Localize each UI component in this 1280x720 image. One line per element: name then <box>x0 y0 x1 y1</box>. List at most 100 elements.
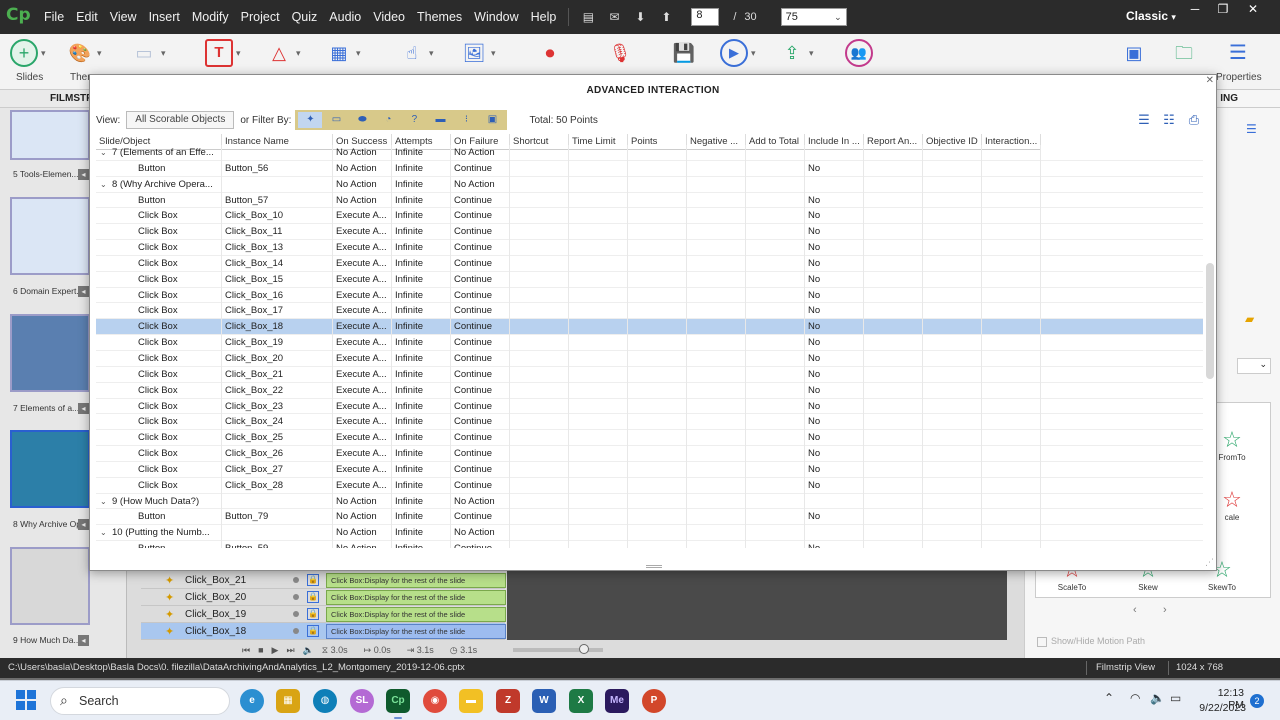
wifi-icon[interactable]: ◠ <box>1130 691 1140 705</box>
lock-icon[interactable]: 🔒 <box>307 591 319 603</box>
properties-button[interactable]: ☰ <box>1224 38 1252 68</box>
audio-button[interactable]: 🎙 <box>606 38 634 68</box>
timeline-row[interactable]: ✦ Click_Box_19 🔒 Click Box:Display for t… <box>141 606 506 623</box>
timeline-row[interactable]: ✦ Click_Box_20 🔒 Click Box:Display for t… <box>141 589 506 606</box>
print-icon[interactable]: ⎙ <box>1184 112 1204 128</box>
chevron-down-icon[interactable]: ⌄ <box>100 177 112 193</box>
table-row[interactable]: Click Box Click_Box_28 Execute A... Infinit… <box>96 477 1203 494</box>
table-row[interactable]: Click Box Click_Box_22 Execute A... Infinit… <box>96 382 1203 399</box>
resize-handle[interactable] <box>646 565 662 568</box>
clock-date[interactable]: 9/22/2023 <box>1196 702 1246 714</box>
table-row[interactable]: Button Button_56 No Action Infinite Continue… <box>96 160 1203 177</box>
preview-icon[interactable]: ▤ <box>580 9 596 25</box>
timeline-bar[interactable]: Click Box:Display for the rest of the sl… <box>326 623 506 639</box>
word-icon[interactable]: W <box>532 689 556 713</box>
themes-button[interactable]: 🎨 ▾ <box>66 38 102 68</box>
publish-button[interactable]: ⇪ ▾ <box>778 38 813 68</box>
assets-button[interactable]: 🗀 <box>1170 38 1198 68</box>
objects-button[interactable]: ▦ ▾ <box>325 38 360 68</box>
save-button[interactable]: 💾 <box>670 38 698 68</box>
menu-window[interactable]: Window <box>468 0 524 34</box>
notification-badge[interactable]: 2 <box>1250 694 1264 708</box>
maximize-button[interactable]: ❐ <box>1208 0 1238 20</box>
table-row[interactable]: Click Box Click_Box_26 Execute A... Infinit… <box>96 446 1203 462</box>
volume-icon[interactable]: 🔈 <box>303 645 314 656</box>
menu-edit[interactable]: Edit <box>70 0 104 34</box>
close-button[interactable]: ✕ <box>1238 0 1268 20</box>
interactions-button[interactable]: ☝ ▾ <box>398 38 434 68</box>
collapse-all-icon[interactable]: ☰ <box>1134 112 1154 128</box>
minimize-button[interactable]: ─ <box>1180 0 1210 20</box>
visibility-dot[interactable] <box>293 628 299 634</box>
filter-all-icon[interactable]: ✦ <box>298 112 323 128</box>
powerpoint-icon[interactable]: P <box>642 689 666 713</box>
mail-icon[interactable]: ✉ <box>606 9 622 25</box>
menu-file[interactable]: File <box>38 0 70 34</box>
table-row[interactable]: Click Box Click_Box_25 Execute A... Infinit… <box>96 430 1203 447</box>
timeline-zoom-slider[interactable] <box>513 644 604 654</box>
table-row[interactable]: Click Box Click_Box_18 Execute A... Infinit… <box>96 319 1203 336</box>
current-slide-input[interactable]: 8 <box>691 8 720 26</box>
table-row[interactable]: Click Box Click_Box_21 Execute A... Infinit… <box>96 366 1203 383</box>
menu-project[interactable]: Project <box>235 0 286 34</box>
lock-icon[interactable]: 🔒 <box>307 625 319 637</box>
file-explorer-icon[interactable]: ▬ <box>459 689 483 713</box>
chevron-up-icon[interactable]: ⌃ <box>1104 691 1114 705</box>
visibility-dot[interactable] <box>293 577 299 583</box>
table-row[interactable]: Button Button_79 No Action Infinite Continue… <box>96 509 1203 526</box>
checkbox[interactable] <box>1037 636 1047 647</box>
menu-help[interactable]: Help <box>525 0 563 34</box>
list-icon[interactable]: ☰ <box>1246 122 1257 136</box>
chevron-left-icon[interactable]: ‹ <box>1133 604 1137 616</box>
slide-group-row[interactable]: ⌄ 7 (Elements of an Effe... No Action Infin… <box>96 145 1203 161</box>
visibility-dot[interactable] <box>293 611 299 617</box>
chevron-right-icon[interactable]: › <box>1163 604 1167 616</box>
chevron-down-icon[interactable]: ⌄ <box>100 145 112 161</box>
visibility-dot[interactable] <box>293 594 299 600</box>
slides-button[interactable]: + ▾ <box>10 38 46 68</box>
media-encoder-icon[interactable]: Me <box>605 689 629 713</box>
excel-icon[interactable]: X <box>569 689 593 713</box>
chevron-down-icon[interactable]: ⌄ <box>100 525 112 541</box>
community-button[interactable]: 👥 <box>845 38 873 68</box>
menu-modify[interactable]: Modify <box>186 0 235 34</box>
table-row[interactable]: Click Box Click_Box_16 Execute A... Infinit… <box>96 287 1203 304</box>
filter-click-box-icon[interactable]: ◔ <box>376 112 400 128</box>
forward-icon[interactable]: ⏭ <box>286 645 294 656</box>
menu-quiz[interactable]: Quiz <box>286 0 324 34</box>
shapes-button[interactable]: △ ▾ <box>265 38 300 68</box>
slide-thumbnail-5[interactable] <box>10 110 90 160</box>
edge-icon[interactable]: e <box>240 689 264 713</box>
slide-thumbnail-9[interactable] <box>10 547 90 625</box>
filter-text-entry-icon[interactable]: ▭ <box>324 112 348 128</box>
slide-group-row[interactable]: ⌄ 10 (Putting the Numb... No Action Infinit… <box>96 525 1203 542</box>
table-row[interactable]: Click Box Click_Box_19 Execute A... Infinit… <box>96 335 1203 351</box>
arrow-down-icon[interactable]: ⬇ <box>632 9 648 25</box>
filter-drag-icon[interactable]: ⁝ <box>454 112 478 128</box>
filezilla-icon[interactable]: Z <box>496 689 520 713</box>
slider-knob[interactable] <box>579 644 590 654</box>
text-button[interactable]: T ▾ <box>205 38 241 68</box>
filter-button-icon[interactable]: ⬬ <box>350 112 374 128</box>
filter-image-icon[interactable]: ▣ <box>480 112 504 128</box>
zoom-select[interactable]: 75 ⌄ <box>780 8 847 26</box>
expand-all-icon[interactable]: ☷ <box>1159 112 1179 128</box>
battery-icon[interactable]: ▭ <box>1170 691 1181 705</box>
stop-icon[interactable]: ■ <box>258 645 263 655</box>
slide-thumbnail-8[interactable] <box>10 430 90 508</box>
dropdown[interactable]: ⌄ <box>1237 358 1271 374</box>
taskbar-search[interactable]: ⌕ Search <box>50 687 230 715</box>
table-row[interactable]: Click Box Click_Box_13 Execute A... Infinit… <box>96 240 1203 256</box>
table-row[interactable]: Button Button_57 No Action Infinite Continue… <box>96 192 1203 209</box>
play-icon[interactable]: ▶ <box>272 645 279 656</box>
timeline-row[interactable]: ✦ Click_Box_21 🔒 Click Box:Display for t… <box>141 572 506 589</box>
workspace-switcher[interactable]: Classic ▾ <box>1126 0 1176 34</box>
table-row[interactable]: Click Box Click_Box_14 Execute A... Infinit… <box>96 255 1203 272</box>
media-button[interactable]: 🖼 ▾ <box>460 38 496 68</box>
record-button[interactable]: ⏺ <box>536 38 564 68</box>
menu-themes[interactable]: Themes <box>411 0 468 34</box>
filter-widget-icon[interactable]: ▬ <box>428 112 452 128</box>
filter-question-icon[interactable]: ? <box>402 112 426 128</box>
table-row[interactable]: Click Box Click_Box_15 Execute A... Infinit… <box>96 271 1203 288</box>
menu-view[interactable]: View <box>104 0 143 34</box>
